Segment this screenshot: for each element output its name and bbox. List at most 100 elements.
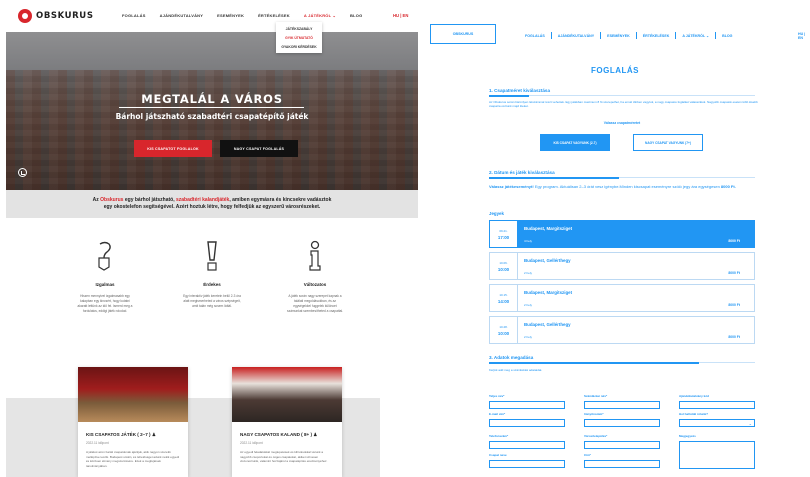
event-slot[interactable]: 10.06. 10:00 Budapest, Gellérthegy 2 hely… <box>489 252 755 280</box>
wireframe-logo[interactable]: OBSKURUS <box>430 24 496 44</box>
feature-text: Egy interaktív játék keretein belül 2-3 … <box>183 294 241 308</box>
intro-brand-link[interactable]: Obskurus <box>100 197 123 203</box>
small-team-card[interactable]: KIS CSAPATOS JÁTÉK ( 2–7 ) ♟ 2022.11 idő… <box>78 367 188 477</box>
menu-separator <box>675 32 677 39</box>
large-team-booking-button[interactable]: NAGY CSAPAT FOGLALÁS <box>220 140 298 157</box>
address-label: Cím* <box>584 453 591 457</box>
address-input[interactable] <box>584 460 660 468</box>
nav-item-blog[interactable]: BLOG <box>350 13 362 18</box>
phone-input[interactable] <box>489 441 565 449</box>
slot-day: 10.15. <box>499 292 508 297</box>
slot-capacity: 2 hely <box>524 271 533 275</box>
feature-title: Érdekes <box>203 282 221 287</box>
team-name-input[interactable] <box>489 460 565 468</box>
comment-textarea[interactable] <box>679 441 755 469</box>
logo-icon <box>18 9 32 23</box>
referral-select[interactable]: ⌄ <box>679 419 755 427</box>
section-3-progress-fill <box>489 361 699 364</box>
small-team-booking-button[interactable]: KIS CSAPATOT FOGLALOK <box>134 140 212 157</box>
dropdown-item-gyakori-kerdesek[interactable]: GYAKORI KÉRDÉSEK <box>276 42 322 51</box>
clue-info-icon <box>309 240 321 271</box>
main-menu: FOGLALÁS AJÁNDÉKUTALVÁNY ESEMÉNYEK ÉRTÉK… <box>122 13 376 18</box>
wireframe-navigation: OBSKURUS FOGLALÁS AJÁNDÉKUTALVÁNY ESEMÉN… <box>420 0 810 70</box>
feature-izgalmas: Izgalmas Hiszen mennyivel izgalmasabb eg… <box>70 240 140 314</box>
large-team-button[interactable]: NAGY CSAPAT VAGYUNK (7+) <box>633 134 703 151</box>
hero-subtitle: Bárhol játszható szabadtéri csapatépítő … <box>115 112 309 121</box>
intro-text: Az Obskurus egy bárhol játszható, szabad… <box>6 190 418 218</box>
wf-nav-blog[interactable]: BLOG <box>722 34 732 38</box>
nav-item-esemenyek[interactable]: ESEMÉNYEK <box>217 13 244 18</box>
chevron-down-icon: ⌄ <box>748 421 752 426</box>
landing-page-panel: OBSKURUS FOGLALÁS AJÁNDÉKUTALVÁNY ESEMÉN… <box>0 0 420 477</box>
slot-day: 10.06. <box>499 260 508 265</box>
dropdown-item-jatekszabaly[interactable]: JÁTÉKSZABÁLY <box>276 24 322 33</box>
billing-name-input[interactable] <box>584 401 660 409</box>
email-label: E-mail cím* <box>489 412 506 416</box>
person-icon: ♟ <box>151 432 156 437</box>
hero-divider <box>119 107 304 108</box>
section-1-title: 1. Csapatméret kiválasztása <box>489 88 551 93</box>
section-1-progress <box>489 94 755 97</box>
clue-question-icon <box>98 241 111 271</box>
slot-time: 14:00 <box>497 298 510 304</box>
intro-part-3: , amiben egymásra és kincsekre vadásztok <box>229 197 332 203</box>
nav-item-ertekelesek[interactable]: ÉRTÉKELÉSEK <box>258 13 290 18</box>
full-name-input[interactable] <box>489 401 565 409</box>
section-2-intro: Válassz játékeseményt! Egy program. Aktu… <box>489 184 759 190</box>
slot-location: Budapest, Margitsziget <box>524 290 573 295</box>
card-title-text: KIS CSAPATOS JÁTÉK ( 2–7 ) <box>86 432 152 437</box>
wf-nav-a-jatekrol[interactable]: A JÁTÉKRÓL ⌄ <box>682 34 709 38</box>
slot-capacity: 2 hely <box>524 303 533 307</box>
section-3-progress <box>489 361 755 364</box>
slot-price: 8000 Ft <box>728 239 740 243</box>
voucher-code-input[interactable] <box>679 401 755 409</box>
hero-title: MEGTALÁL A VÁROS <box>141 92 283 106</box>
slot-date: 10.28. 10:00 <box>490 317 518 343</box>
card-text: Az egyedi feladatokkal meglepetések és k… <box>240 450 328 464</box>
clue-exclamation-icon <box>207 241 217 271</box>
nav-item-foglalas[interactable]: FOGLALÁS <box>122 13 146 18</box>
event-slot[interactable]: 09.21. 17:00 Budapest, Margitsziget 4 hel… <box>489 220 755 248</box>
city-input[interactable] <box>584 441 660 449</box>
feature-title: Izgalmas <box>95 282 115 287</box>
zip-input[interactable] <box>584 419 660 427</box>
language-switcher[interactable]: HU | EN <box>393 13 408 18</box>
wf-nav-esemenyek[interactable]: ESEMÉNYEK <box>607 34 630 38</box>
slot-price: 8000 Ft <box>728 271 740 275</box>
menu-separator <box>550 32 552 39</box>
intro-game-link[interactable]: szabadtéri kalandjáték <box>176 197 229 203</box>
a-jatekrol-dropdown: JÁTÉKSZABÁLY GYIK ÚTMUTATÓ GYAKORI KÉRDÉ… <box>276 22 322 53</box>
event-slot[interactable]: 10.28. 10:00 Budapest, Gellérthegy 2 hely… <box>489 316 755 344</box>
section-2-title: 2. Dátum és játék kiválasztása <box>489 170 555 175</box>
section-2-progress <box>489 176 755 179</box>
wf-nav-ertekelesek[interactable]: ÉRTÉKELÉSEK <box>643 34 670 38</box>
dropdown-item-gyik-utmutato[interactable]: GYIK ÚTMUTATÓ <box>276 33 322 42</box>
feature-erdekes: Érdekes Egy interaktív játék keretein be… <box>177 240 247 309</box>
logo-text: OBSKURUS <box>36 11 94 21</box>
card-subtitle: 2022.11 időpont <box>240 441 263 445</box>
wf-nav-ajandekutalvany[interactable]: AJÁNDÉKUTALVÁNY <box>558 34 594 38</box>
wf-nav-foglalas[interactable]: FOGLALÁS <box>525 34 545 38</box>
tickets-label: Jegyek <box>489 211 504 216</box>
slot-price: 8000 Ft <box>728 335 740 339</box>
wf-language-switcher[interactable]: HU | EN <box>798 32 810 40</box>
scroll-down-icon[interactable] <box>18 168 27 177</box>
slot-day: 09.21. <box>499 228 508 233</box>
menu-separator <box>715 32 717 39</box>
intro-text: Egy program. Aktuálisan 2–3 órát vesz ig… <box>533 184 721 189</box>
billing-name-label: Számlázási név* <box>584 394 608 398</box>
feature-valtozatos: Változatos A játék során nagy szerepet k… <box>280 240 350 314</box>
nav-item-a-jatekrol[interactable]: A JÁTÉKRÓL ⌄ <box>304 13 336 18</box>
card-title-text: NAGY CSAPATOS KALAND ( 8+ ) <box>240 432 314 437</box>
obskurus-logo[interactable]: OBSKURUS <box>18 9 94 23</box>
small-team-button[interactable]: KIS CSAPAT VAGYUNK (2-7) <box>540 134 610 151</box>
event-slot[interactable]: 10.15. 14:00 Budapest, Margitsziget 2 hel… <box>489 284 755 312</box>
section-2-progress-fill <box>489 176 619 179</box>
nav-item-ajandekutalvany[interactable]: AJÁNDÉKUTALVÁNY <box>160 13 204 18</box>
large-team-card[interactable]: NAGY CSAPATOS KALAND ( 8+ ) ♟ 2022.11 id… <box>232 367 342 477</box>
referral-label: Hol hallottál rólunk? <box>679 412 708 416</box>
slot-location: Budapest, Gellérthegy <box>524 258 571 263</box>
menu-separator <box>635 32 637 39</box>
email-input[interactable] <box>489 419 565 427</box>
section-1-progress-fill <box>489 94 529 97</box>
